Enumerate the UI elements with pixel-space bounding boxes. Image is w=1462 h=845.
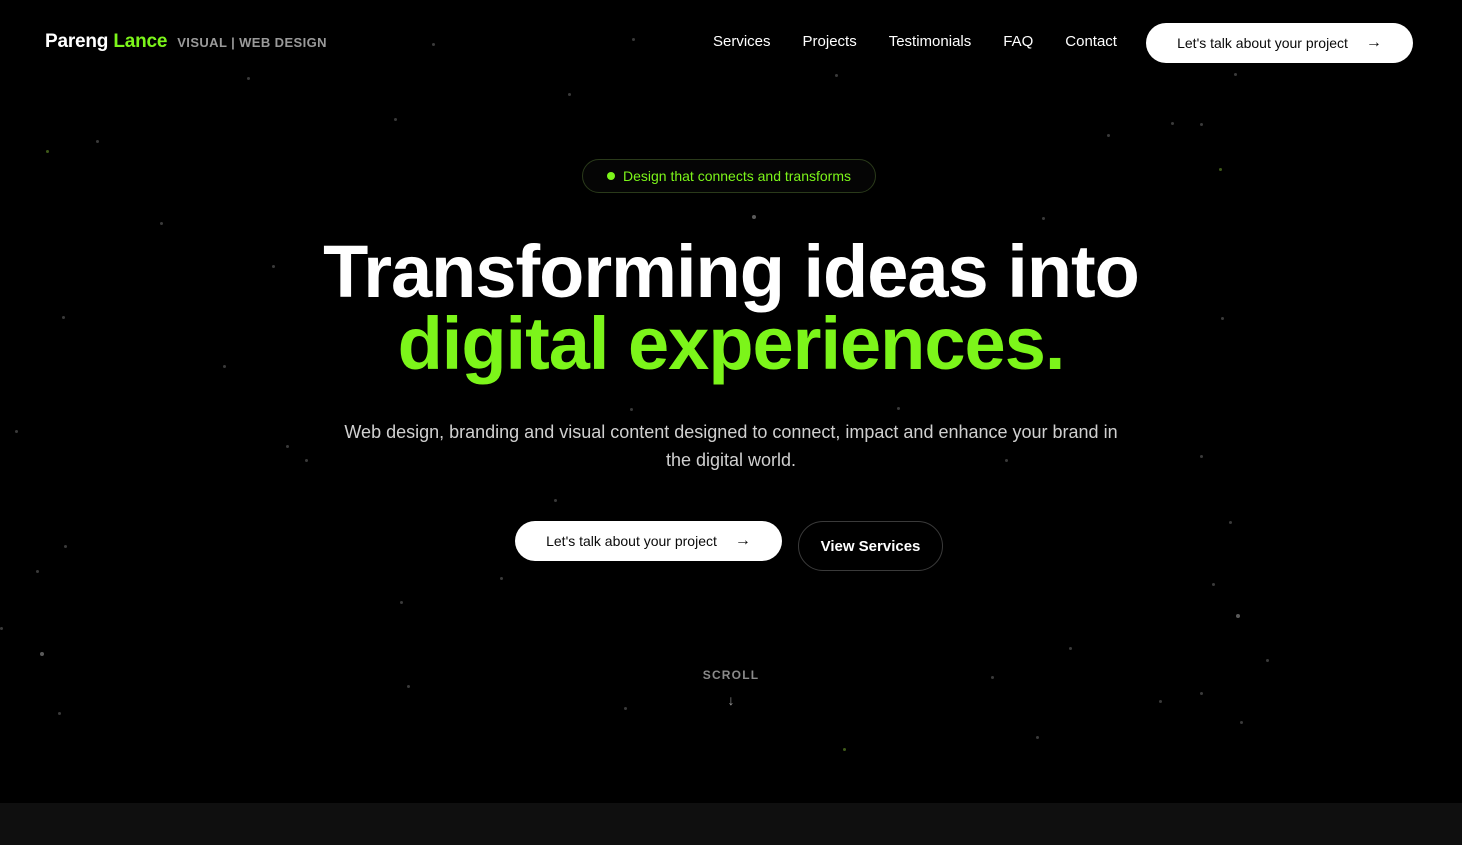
- main-nav: Services Projects Testimonials FAQ Conta…: [713, 33, 1117, 50]
- page: Pareng Lance VISUAL | WEB DESIGN Service…: [0, 0, 1462, 845]
- primary-cta-label: Let's talk about your project: [546, 533, 717, 549]
- site-header: Pareng Lance VISUAL | WEB DESIGN Service…: [0, 0, 1462, 86]
- primary-cta-button[interactable]: Let's talk about your project →: [515, 521, 782, 561]
- brand-tagline: VISUAL | WEB DESIGN: [177, 35, 327, 50]
- hero-badge: Design that connects and transforms: [582, 159, 876, 193]
- next-section-edge: [0, 803, 1462, 845]
- arrow-right-icon: →: [1365, 34, 1382, 51]
- view-services-button[interactable]: View Services: [798, 521, 943, 571]
- hero-subtitle: Web design, branding and visual content …: [344, 422, 1118, 470]
- badge-dot-icon: [606, 172, 615, 180]
- nav-link-projects[interactable]: Projects: [803, 33, 857, 50]
- nav-link-services[interactable]: Services: [713, 33, 771, 50]
- header-cta-button[interactable]: Let's talk about your project →: [1146, 23, 1413, 63]
- arrow-right-icon: →: [734, 532, 751, 549]
- headline-line-2: digital experiences.: [397, 302, 1066, 385]
- brand-logo[interactable]: Pareng Lance VISUAL | WEB DESIGN: [45, 31, 327, 53]
- scroll-indicator[interactable]: SCROLL ↓: [681, 668, 781, 708]
- badge-text: Design that connects and transforms: [622, 168, 851, 184]
- nav-link-faq[interactable]: FAQ: [1003, 33, 1033, 50]
- nav-link-contact[interactable]: Contact: [1065, 33, 1117, 50]
- nav-link-testimonials[interactable]: Testimonials: [889, 33, 972, 50]
- scroll-label: SCROLL: [702, 668, 760, 682]
- arrow-down-icon: ↓: [727, 692, 735, 708]
- brand-name: Pareng Lance: [45, 31, 167, 53]
- brand-first-name: Pareng: [45, 31, 109, 52]
- header-cta-label: Let's talk about your project: [1177, 35, 1348, 51]
- brand-last-name: Lance: [113, 31, 168, 52]
- headline-line-1: Transforming ideas into: [323, 230, 1140, 313]
- view-services-label: View Services: [820, 537, 921, 555]
- hero-headline: Transforming ideas into digital experien…: [0, 230, 1462, 385]
